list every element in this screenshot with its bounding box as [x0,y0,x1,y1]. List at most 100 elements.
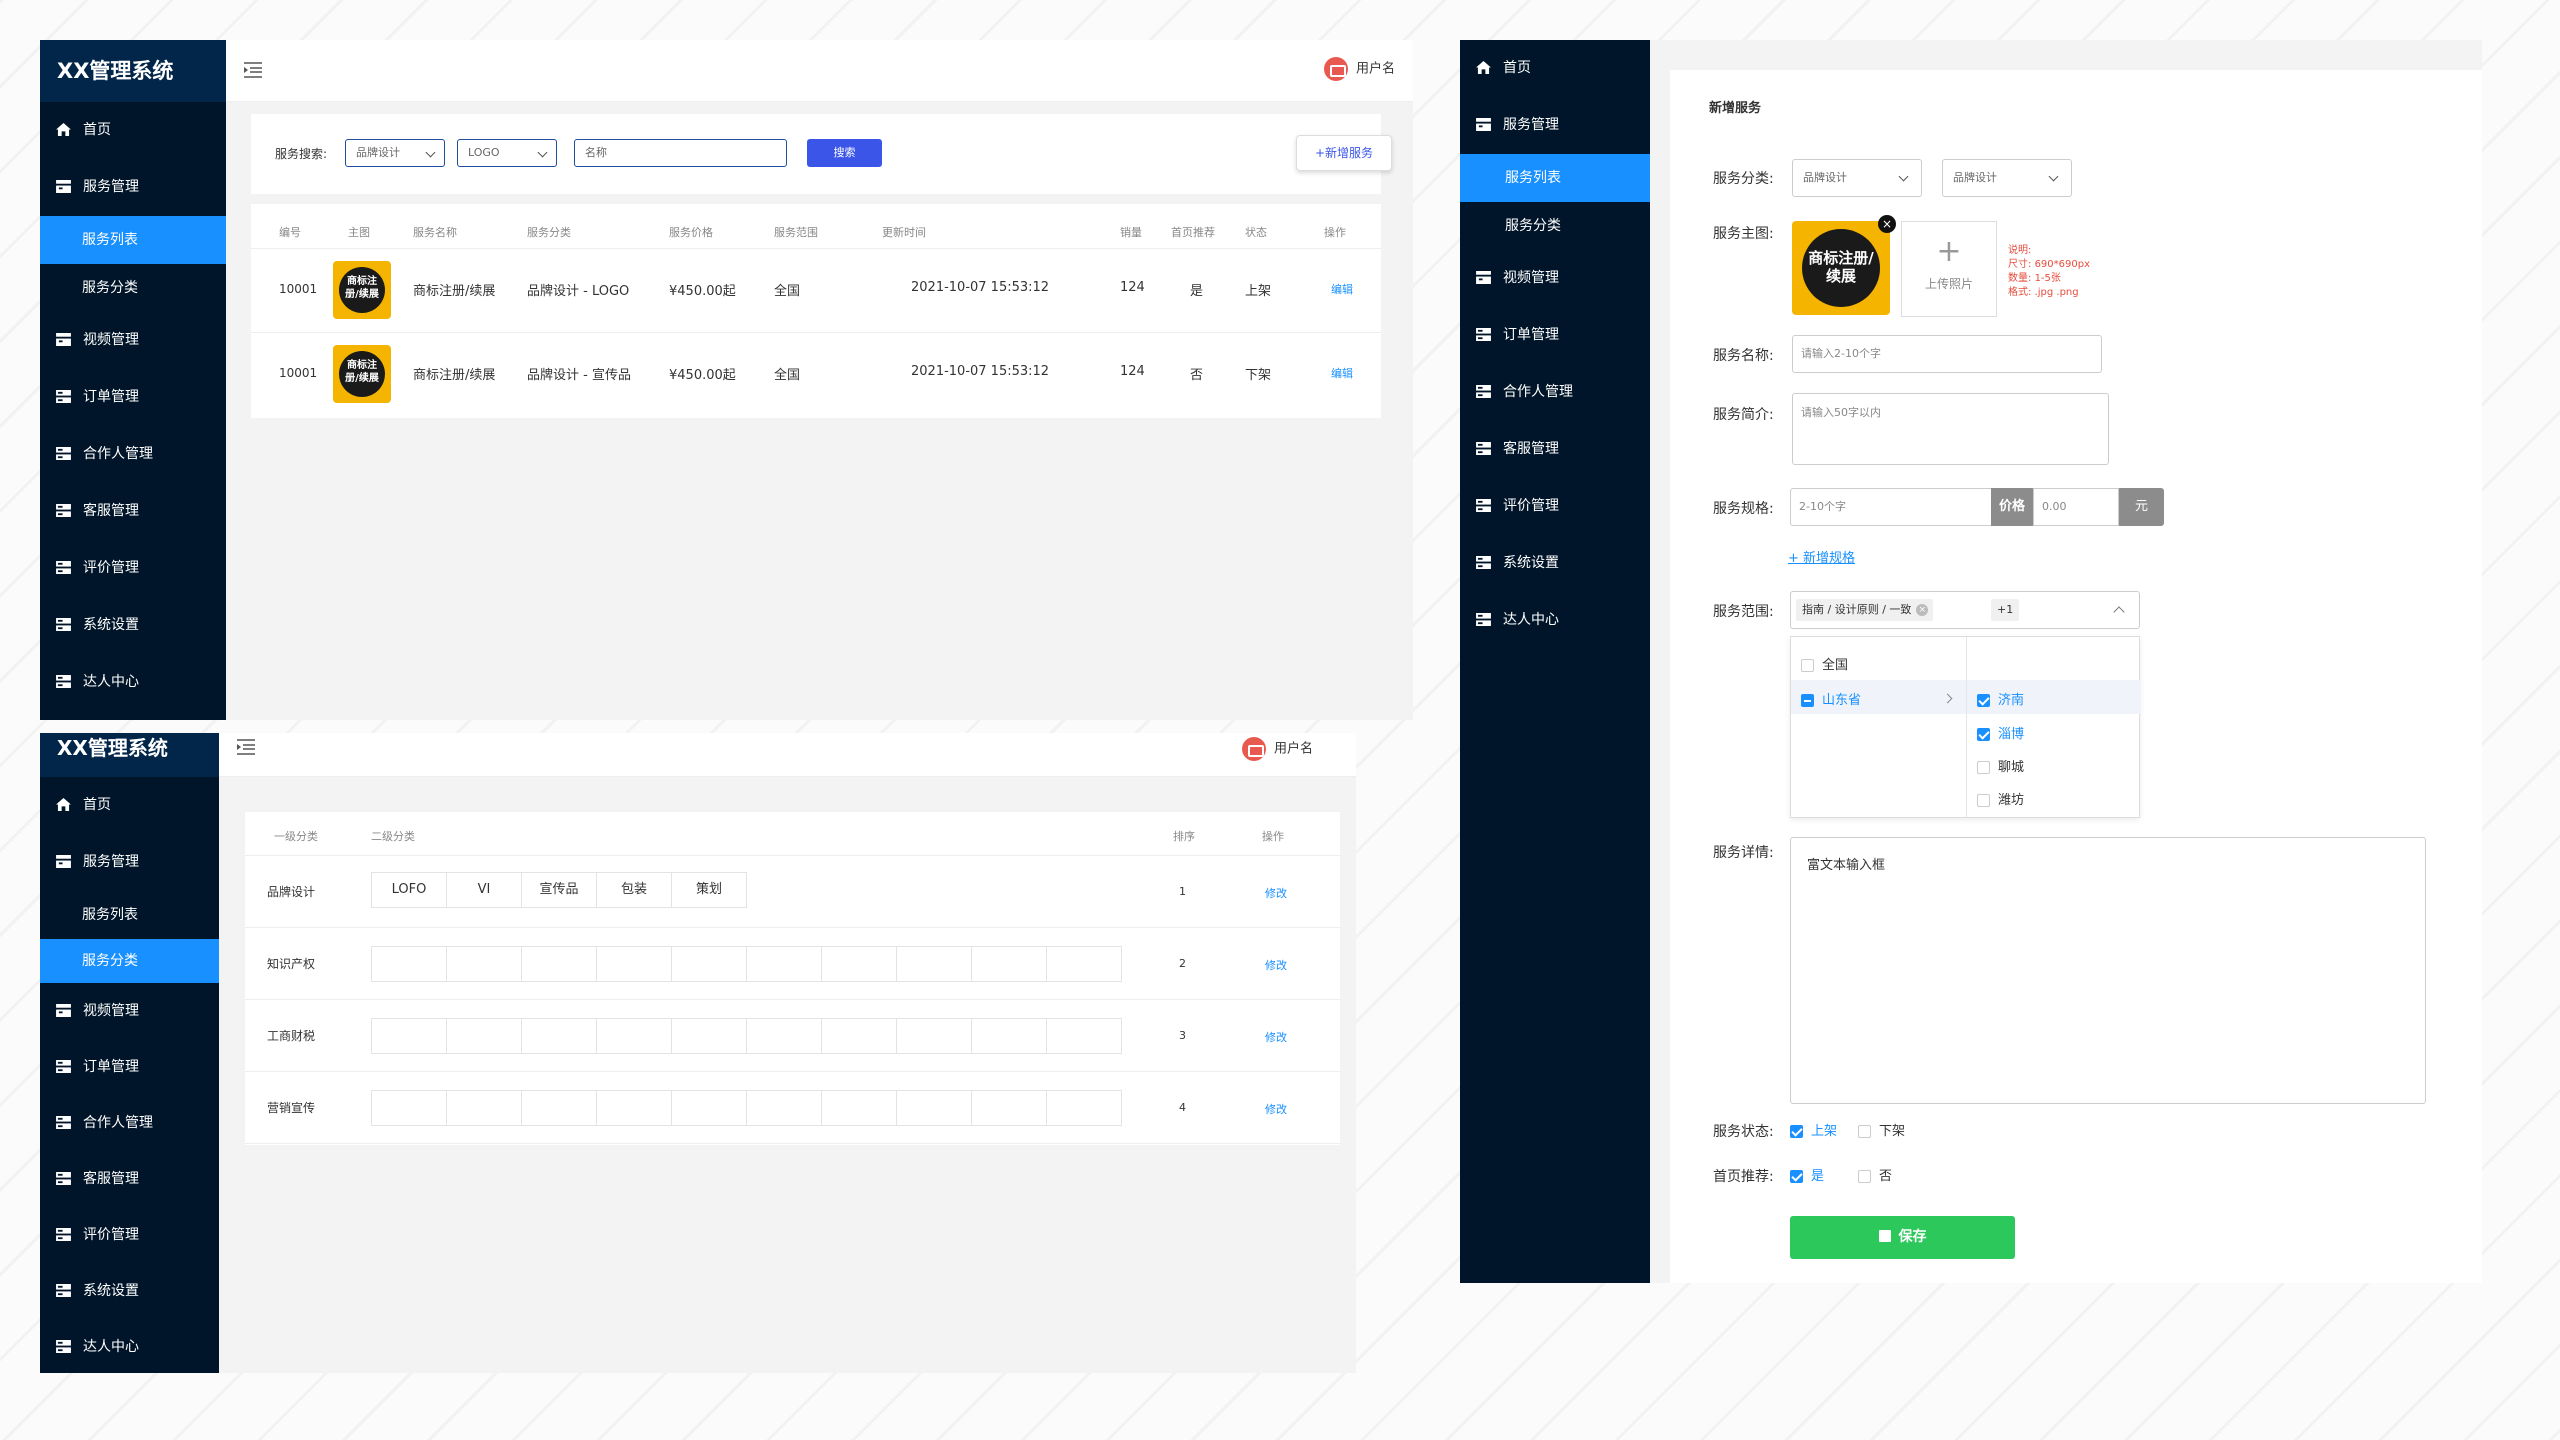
price-input[interactable]: 0.00 [2033,488,2119,526]
menu-order[interactable]: 订单管理 [1460,307,1650,364]
category-filter-select[interactable]: 品牌设计 [345,139,445,167]
cascader-option[interactable]: 济南 [1977,689,2024,708]
subcategory-slot[interactable] [521,946,597,982]
subcategory-slot[interactable] [671,1090,747,1126]
subcategory-slot[interactable] [446,1090,522,1126]
subcategory-tag[interactable]: LOFO [371,872,447,908]
checkbox[interactable] [1977,794,1990,807]
menu-service-list[interactable]: 服务列表 [40,216,226,264]
menu-video[interactable]: 视频管理 [1460,250,1650,307]
user-menu[interactable]: 用户名 [1323,57,1395,81]
status-on-checkbox[interactable]: 上架 [1790,1120,1837,1139]
add-spec-link[interactable]: + 新增规格 [1788,547,1855,566]
edit-link[interactable]: 修改 [1265,1029,1287,1045]
subcategory-slot[interactable] [446,946,522,982]
subcategory-slot[interactable] [371,1018,447,1054]
subcategory-slot[interactable] [746,1018,822,1054]
subcategory-slot[interactable] [896,1090,972,1126]
menu-video[interactable]: 视频管理 [40,312,226,369]
subcategory-slot[interactable] [821,1018,897,1054]
menu-home[interactable]: 首页 [40,102,226,159]
subcategory-slot[interactable] [746,1090,822,1126]
checkbox[interactable] [1977,761,1990,774]
status-off-checkbox[interactable]: 下架 [1858,1120,1905,1139]
category-select-1[interactable]: 品牌设计 [1792,159,1922,197]
menu-service[interactable]: 服务管理 [1460,97,1650,154]
subcategory-slot[interactable] [971,946,1047,982]
cascader-option[interactable]: 淄博 [1977,723,2024,742]
subcategory-slot[interactable] [371,946,447,982]
category-select-2[interactable]: 品牌设计 [1942,159,2072,197]
menu-partner[interactable]: 合作人管理 [40,426,226,483]
upload-photo-button[interactable]: + 上传照片 [1901,221,1997,317]
name-search-input[interactable]: 名称 [574,139,787,167]
search-button[interactable]: 搜索 [807,139,882,167]
subcategory-slot[interactable] [821,946,897,982]
collapse-menu-icon[interactable] [237,739,255,755]
menu-cs[interactable]: 客服管理 [40,1151,219,1207]
menu-service[interactable]: 服务管理 [40,834,219,891]
subcategory-slot[interactable] [821,1090,897,1126]
cascader-option[interactable]: 潍坊 [1977,789,2024,808]
menu-service-list[interactable]: 服务列表 [1460,154,1650,202]
checkbox[interactable] [1977,694,1990,707]
menu-order[interactable]: 订单管理 [40,369,226,426]
menu-order[interactable]: 订单管理 [40,1039,219,1095]
cascader-option[interactable]: 全国 [1801,654,1848,673]
menu-partner[interactable]: 合作人管理 [40,1095,219,1151]
subcategory-slot[interactable] [596,946,672,982]
menu-service-category[interactable]: 服务分类 [40,939,219,983]
menu-service[interactable]: 服务管理 [40,159,226,216]
subcategory-slot[interactable] [1046,946,1122,982]
menu-settings[interactable]: 系统设置 [40,1263,219,1319]
subcategory-slot[interactable] [521,1090,597,1126]
menu-expert[interactable]: 达人中心 [1460,592,1650,649]
menu-expert[interactable]: 达人中心 [40,654,226,711]
menu-cs[interactable]: 客服管理 [40,483,226,540]
subcategory-tag[interactable]: 宣传品 [521,872,597,908]
subcategory-slot[interactable] [446,1018,522,1054]
remove-image-icon[interactable]: × [1878,215,1896,233]
subcategory-tag[interactable]: 策划 [671,872,747,908]
subcategory-filter-select[interactable]: LOGO [457,139,557,167]
spec-name-input[interactable]: 2-10个字 [1790,488,1992,526]
menu-home[interactable]: 首页 [1460,40,1650,97]
menu-cs[interactable]: 客服管理 [1460,421,1650,478]
add-service-button[interactable]: +新增服务 [1296,135,1392,171]
subcategory-slot[interactable] [896,1018,972,1054]
subcategory-slot[interactable] [671,1018,747,1054]
checkbox[interactable] [1977,728,1990,741]
edit-link[interactable]: 编辑 [1331,365,1353,381]
subcategory-slot[interactable] [971,1090,1047,1126]
edit-link[interactable]: 编辑 [1331,281,1353,297]
recommend-no-checkbox[interactable]: 否 [1858,1165,1892,1184]
save-button[interactable]: 保存 [1790,1216,2015,1259]
menu-review[interactable]: 评价管理 [1460,478,1650,535]
service-intro-textarea[interactable]: 请输入50字以内 [1792,393,2109,465]
menu-settings[interactable]: 系统设置 [40,597,226,654]
menu-service-category[interactable]: 服务分类 [1460,202,1650,250]
close-icon[interactable]: × [1916,604,1929,616]
subcategory-slot[interactable] [521,1018,597,1054]
subcategory-slot[interactable] [371,1090,447,1126]
edit-link[interactable]: 修改 [1265,957,1287,973]
subcategory-tag[interactable]: 包装 [596,872,672,908]
subcategory-slot[interactable] [971,1018,1047,1054]
edit-link[interactable]: 修改 [1265,1101,1287,1117]
subcategory-tag[interactable]: VI [446,872,522,908]
menu-review[interactable]: 评价管理 [40,1207,219,1263]
subcategory-slot[interactable] [596,1018,672,1054]
service-name-input[interactable]: 请输入2-10个字 [1792,335,2102,373]
subcategory-slot[interactable] [596,1090,672,1126]
recommend-yes-checkbox[interactable]: 是 [1790,1165,1824,1184]
edit-link[interactable]: 修改 [1265,885,1287,901]
rich-text-editor[interactable]: 富文本输入框 [1790,837,2426,1104]
menu-review[interactable]: 评价管理 [40,540,226,597]
menu-expert[interactable]: 达人中心 [40,1319,219,1373]
menu-video[interactable]: 视频管理 [40,983,219,1039]
scope-cascader[interactable]: 指南 / 设计原则 / 一致 × +1 [1790,591,2140,629]
menu-settings[interactable]: 系统设置 [1460,535,1650,592]
subcategory-slot[interactable] [1046,1090,1122,1126]
cascader-option[interactable]: 山东省 [1801,689,1861,708]
subcategory-slot[interactable] [746,946,822,982]
